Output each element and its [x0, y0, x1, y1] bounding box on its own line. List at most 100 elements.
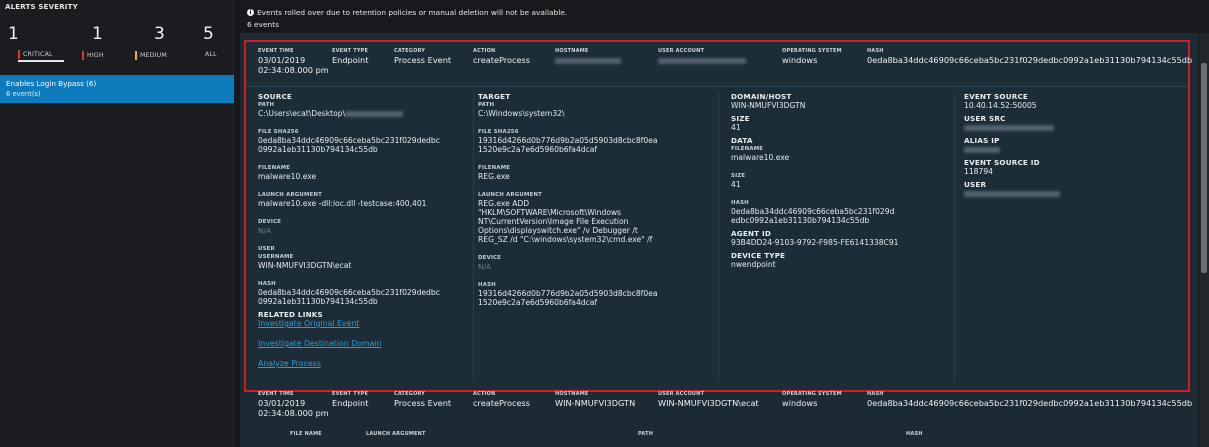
source-sha-line1: 0eda8ba34ddc46909c66ceba5bc231f029dedbc — [258, 136, 440, 145]
agent-id-label: AGENT ID — [731, 229, 772, 238]
domain-size-value: 41 — [731, 123, 741, 132]
column-divider — [473, 92, 474, 382]
category-col: CATEGORY Process Event — [394, 391, 451, 408]
critical-label-text: CRITICAL — [23, 50, 53, 58]
user-account-redacted — [658, 55, 746, 65]
source-path: C:\Users\ecat\Desktop\ — [258, 109, 478, 118]
target-sha-line1: 19316d4266d0b776d9b2a05d5903d8cbc8f0ea — [478, 136, 658, 145]
user-account-label: USER ACCOUNT — [658, 48, 705, 54]
scrollbar-thumb[interactable] — [1201, 63, 1207, 273]
hash-label: HASH — [867, 391, 884, 397]
target-path: C:\Windows\system32\ — [478, 109, 565, 118]
target-launch-line3: NT\CurrentVersion\Image File Execution — [478, 217, 629, 226]
os-col: OPERATING SYSTEM windows — [782, 391, 842, 408]
investigate-original-event-link[interactable]: Investigate Original Event — [258, 319, 478, 329]
event-row-expanded[interactable]: EVENT TIME 03/01/2019 02:34:08.000 pm EV… — [244, 40, 1192, 392]
hostname-redacted — [555, 55, 621, 65]
user-src-redacted — [964, 123, 1164, 132]
event-row[interactable]: EVENT TIME 03/01/2019 02:34:08.000 pm EV… — [244, 385, 1192, 447]
target-launch-line4: Options\displayswitch.exe" /v Debugger /… — [478, 226, 638, 235]
target-path-label: PATH — [478, 102, 495, 108]
action-label: ACTION — [473, 391, 496, 397]
severity-high-filter[interactable]: 1 HIGH — [62, 24, 114, 66]
events-list: EVENT TIME 03/01/2019 02:34:08.000 pm EV… — [240, 33, 1198, 447]
info-icon: i — [247, 9, 254, 16]
vertical-scrollbar[interactable] — [1199, 33, 1209, 447]
analyze-process-link[interactable]: Analyze Process — [258, 359, 478, 369]
data-hash-label: HASH — [731, 200, 749, 206]
alert-title: Enables Login Bypass (6) — [6, 79, 97, 88]
high-count: 1 — [92, 24, 103, 44]
device-type-label: DEVICE TYPE — [731, 251, 786, 260]
user-account-label: USER ACCOUNT — [658, 391, 705, 397]
data-filename-value: malware10.exe — [731, 153, 790, 162]
user-account-col: USER ACCOUNT WIN-NMUFVI3DGTN\ecat — [658, 391, 759, 408]
source-path-text: C:\Users\ecat\Desktop\ — [258, 109, 346, 118]
user-account-col: USER ACCOUNT — [658, 48, 746, 65]
hash-label: HASH — [867, 48, 884, 54]
action-col: ACTION createProcess — [473, 391, 530, 408]
os-label: OPERATING SYSTEM — [782, 391, 842, 397]
event-time-clock: 02:34:08.000 pm — [258, 408, 329, 418]
launch-argument-column-header: LAUNCH ARGUMENT — [366, 431, 426, 437]
medium-label: MEDIUM — [135, 51, 167, 60]
data-size-label: SIZE — [731, 173, 746, 179]
source-username-label: USERNAME — [258, 254, 294, 260]
high-label: HIGH — [82, 51, 104, 60]
hostname-value: WIN-NMUFVI3DGTN — [555, 398, 636, 408]
severity-critical-filter[interactable]: 1 CRITICAL — [0, 24, 64, 66]
category-label: CATEGORY — [394, 48, 426, 54]
target-launch-line5: REG_SZ /d "C:\windows\system32\cmd.exe" … — [478, 235, 653, 244]
alert-event-count: 6 event(s) — [6, 90, 41, 98]
event-type-col: EVENT TYPE Endpoint — [332, 48, 368, 65]
os-value: windows — [782, 398, 818, 408]
source-filename-label: FILENAME — [258, 165, 291, 171]
event-type-label: EVENT TYPE — [332, 48, 369, 54]
os-value: windows — [782, 55, 818, 65]
action-value: createProcess — [473, 398, 531, 408]
severity-medium-filter[interactable]: 3 MEDIUM — [114, 24, 188, 66]
event-detail-columns-header: FILE NAME LAUNCH ARGUMENT PATH HASH — [244, 431, 1190, 441]
source-section: SOURCE PATH C:\Users\ecat\Desktop\ FILE … — [258, 92, 478, 369]
event-type-label: EVENT TYPE — [332, 391, 369, 397]
source-launch-label: LAUNCH ARGUMENT — [258, 192, 323, 198]
source-launch-argument: malware10.exe -dll:ioc.dll -testcase:400… — [258, 199, 427, 208]
source-title: SOURCE — [258, 92, 293, 101]
severity-filter-row: 1 CRITICAL 1 HIGH 3 MEDIUM 5 ALL — [0, 24, 234, 66]
severity-all-filter[interactable]: 5 ALL — [188, 24, 234, 66]
sidebar-title: ALERTS SEVERITY — [5, 3, 78, 11]
target-sha-line2: 1520e9c2a7e6d5960b6fa4dcaf — [478, 145, 598, 154]
alert-list-item[interactable]: Enables Login Bypass (6) 6 event(s) — [0, 75, 234, 103]
target-hash-label: HASH — [478, 282, 496, 288]
category-label: CATEGORY — [394, 391, 426, 397]
hostname-col: HOSTNAME — [555, 48, 621, 65]
source-user-label: USER — [258, 246, 275, 252]
data-size-value: 41 — [731, 180, 741, 189]
data-hash-line1: 0eda8ba34ddc46909c66ceba5bc231f029d — [731, 207, 895, 216]
category-value: Process Event — [394, 398, 452, 408]
high-color-bar — [82, 51, 84, 60]
alias-ip-redacted — [964, 145, 1164, 154]
column-divider — [718, 92, 719, 382]
action-col: ACTION createProcess — [473, 48, 530, 65]
target-device-label: DEVICE — [478, 255, 502, 261]
category-col: CATEGORY Process Event — [394, 48, 451, 65]
source-sha-label: FILE SHA256 — [258, 129, 299, 135]
path-column-header: PATH — [638, 431, 654, 437]
os-col: OPERATING SYSTEM windows — [782, 48, 842, 65]
event-count: 6 events — [247, 20, 279, 29]
source-path-label: PATH — [258, 102, 275, 108]
event-source-section: EVENT SOURCE 10.40.14.52:50005 USER SRC … — [964, 92, 1164, 198]
target-filename-label: FILENAME — [478, 165, 511, 171]
action-label: ACTION — [473, 48, 496, 54]
target-device: N/A — [478, 262, 492, 271]
event-time-date: 03/01/2019 — [258, 55, 306, 65]
investigate-destination-domain-link[interactable]: Investigate Destination Domain — [258, 339, 478, 349]
source-sha-line2: 0992a1eb31130b794134c55db — [258, 145, 378, 154]
target-launch-label: LAUNCH ARGUMENT — [478, 192, 543, 198]
source-device-label: DEVICE — [258, 219, 282, 225]
file-name-column-header: FILE NAME — [290, 431, 322, 437]
target-title: TARGET — [478, 92, 511, 101]
critical-label: CRITICAL — [18, 48, 64, 62]
medium-label-text: MEDIUM — [140, 52, 167, 59]
